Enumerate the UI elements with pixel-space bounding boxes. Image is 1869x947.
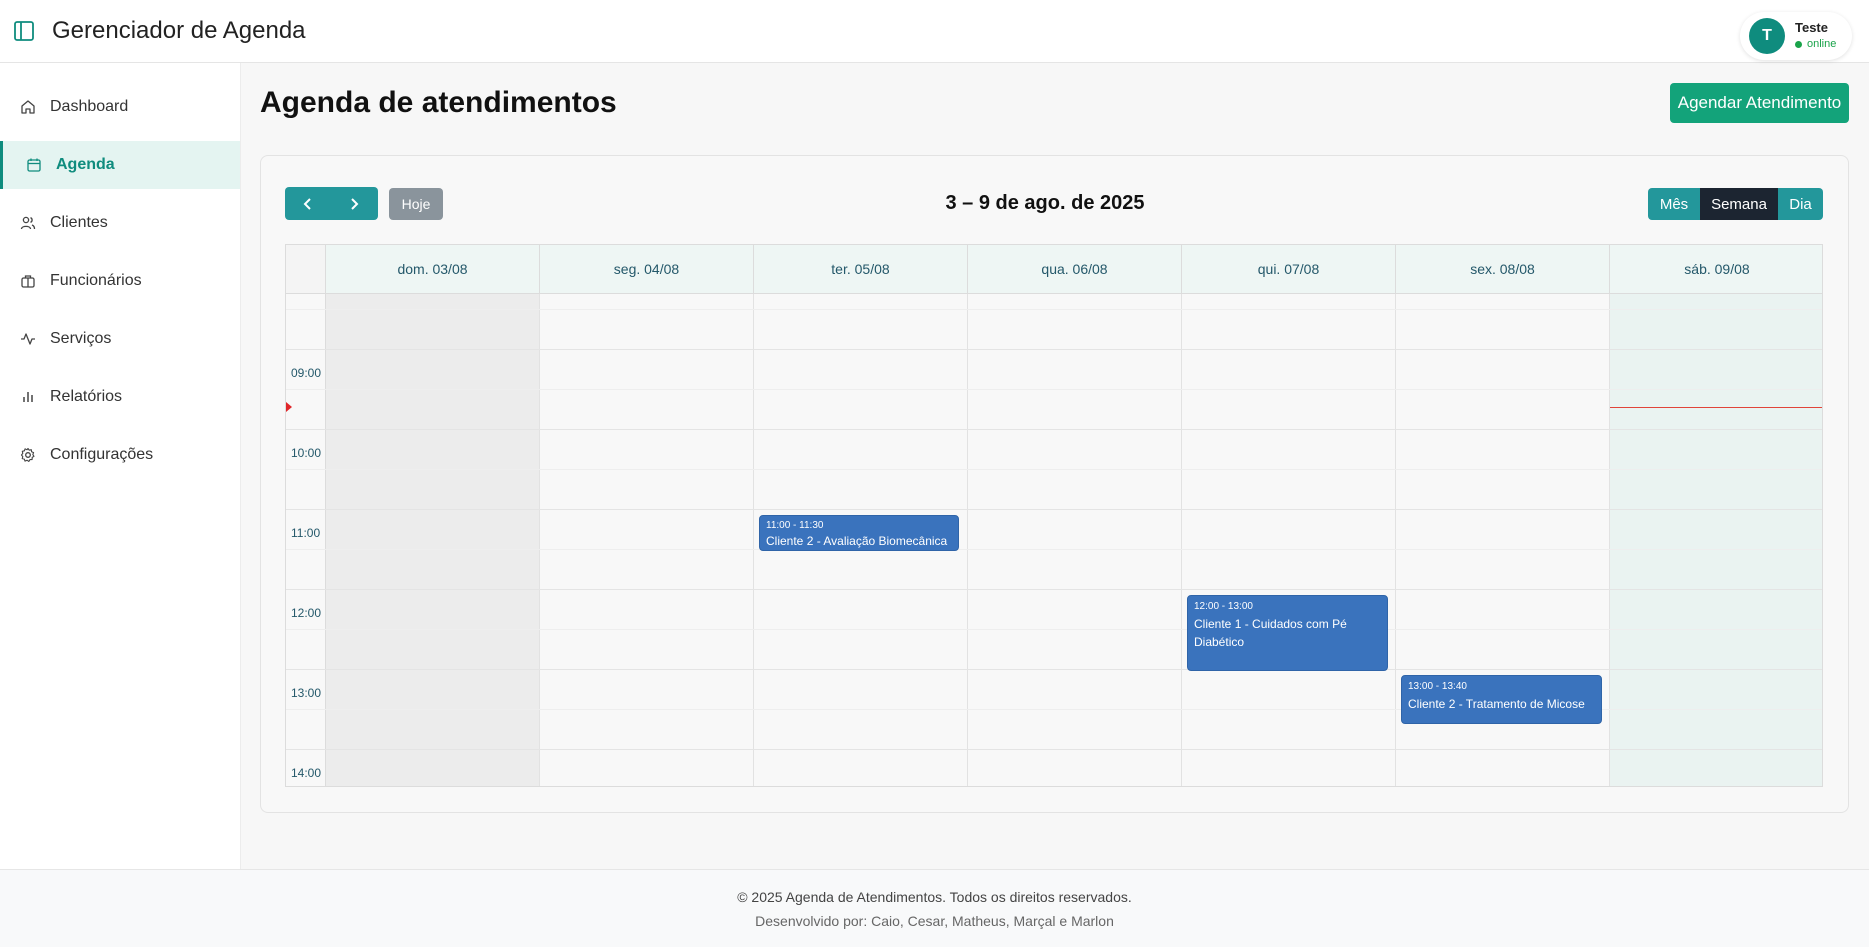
home-icon <box>21 100 35 114</box>
time-label: 13:00 <box>291 686 322 700</box>
day-column-saturday[interactable] <box>1610 294 1822 786</box>
user-status: online <box>1795 38 1836 50</box>
day-header[interactable]: qui. 07/08 <box>1182 245 1396 294</box>
footer-copyright: © 2025 Agenda de Atendimentos. Todos os … <box>737 889 1132 905</box>
event-title: Cliente 1 - Cuidados com Pé Diabético <box>1194 617 1347 649</box>
day-header[interactable]: qua. 06/08 <box>968 245 1182 294</box>
calendar-event[interactable]: 13:00 - 13:40 Cliente 2 - Tratamento de … <box>1401 675 1602 724</box>
day-column-monday[interactable] <box>540 294 754 786</box>
sidebar-item-label: Serviços <box>50 330 112 347</box>
grid-line <box>286 629 1822 630</box>
sidebar-item-label: Agenda <box>56 156 115 173</box>
current-time-marker-icon <box>286 402 292 412</box>
sidebar-item-label: Clientes <box>50 214 108 231</box>
grid-line <box>286 469 1822 470</box>
sidebar: Dashboard Agenda Clientes Funcionários S… <box>0 63 241 869</box>
calendar-nav-group <box>285 187 378 220</box>
sidebar-toggle-icon[interactable] <box>13 20 35 42</box>
sidebar-item-configuracoes[interactable]: Configurações <box>0 431 240 479</box>
time-label: 12:00 <box>291 606 322 620</box>
grid-line <box>286 589 1822 590</box>
footer-credits: Desenvolvido por: Caio, Cesar, Matheus, … <box>755 913 1114 929</box>
user-status-text: online <box>1807 38 1837 50</box>
view-switcher: Mês Semana Dia <box>1648 188 1823 220</box>
grid-line <box>286 549 1822 550</box>
day-header[interactable]: sex. 08/08 <box>1396 245 1610 294</box>
bar-chart-icon <box>23 392 33 402</box>
current-time-line <box>1610 407 1822 408</box>
grid-line <box>286 749 1822 750</box>
grid-line <box>286 669 1822 670</box>
users-icon <box>20 216 36 230</box>
grid-line <box>286 389 1822 390</box>
view-month-button[interactable]: Mês <box>1648 188 1700 220</box>
day-header[interactable]: dom. 03/08 <box>326 245 540 294</box>
top-bar: Gerenciador de Agenda T Teste online <box>0 0 1869 63</box>
sidebar-item-relatorios[interactable]: Relatórios <box>0 373 240 421</box>
day-column-sunday[interactable] <box>326 294 540 786</box>
next-week-button[interactable] <box>331 187 377 220</box>
user-menu[interactable]: T Teste online <box>1740 12 1852 60</box>
header-corner <box>286 245 326 294</box>
chevron-right-icon <box>351 197 359 210</box>
view-day-button[interactable]: Dia <box>1778 188 1823 220</box>
footer: © 2025 Agenda de Atendimentos. Todos os … <box>0 869 1869 947</box>
schedule-appointment-button[interactable]: Agendar Atendimento <box>1670 83 1849 123</box>
day-header[interactable]: seg. 04/08 <box>540 245 754 294</box>
avatar: T <box>1749 18 1785 54</box>
time-label: 10:00 <box>291 446 322 460</box>
sidebar-item-agenda[interactable]: Agenda <box>0 141 240 189</box>
grid-line <box>286 509 1822 510</box>
app-title: Gerenciador de Agenda <box>52 17 306 44</box>
grid-line <box>286 349 1822 350</box>
page-title: Agenda de atendimentos <box>260 86 617 119</box>
sidebar-item-servicos[interactable]: Serviços <box>0 315 240 363</box>
week-calendar: 09:00 10:00 11:00 12:00 13:00 14:00 dom.… <box>285 244 1823 787</box>
event-title: Cliente 2 - Tratamento de Micose <box>1408 697 1585 711</box>
sidebar-item-label: Relatórios <box>50 388 123 405</box>
prev-week-button[interactable] <box>285 187 331 220</box>
calendar-event[interactable]: 12:00 - 13:00 Cliente 1 - Cuidados com P… <box>1187 595 1388 671</box>
sidebar-item-clientes[interactable]: Clientes <box>0 199 240 247</box>
sidebar-item-dashboard[interactable]: Dashboard <box>0 83 240 131</box>
view-week-button[interactable]: Semana <box>1700 188 1778 220</box>
sidebar-item-label: Dashboard <box>50 98 129 115</box>
grid-line <box>286 309 1822 310</box>
event-time: 11:00 - 11:30 <box>766 520 824 531</box>
today-button[interactable]: Hoje <box>389 188 443 220</box>
date-range-title: 3 – 9 de ago. de 2025 <box>945 192 1145 214</box>
time-label: 14:00 <box>291 766 322 780</box>
calendar-event[interactable]: 11:00 - 11:30 Cliente 2 - Avaliação Biom… <box>759 515 959 551</box>
sidebar-item-label: Configurações <box>50 446 154 463</box>
event-title: Cliente 2 - Avaliação Biomecânica <box>766 534 948 548</box>
sidebar-item-label: Funcionários <box>50 272 142 289</box>
sidebar-item-funcionarios[interactable]: Funcionários <box>0 257 240 305</box>
event-time: 12:00 - 13:00 <box>1194 601 1253 612</box>
time-label: 11:00 <box>291 526 321 540</box>
grid-line <box>286 429 1822 430</box>
day-header[interactable]: ter. 05/08 <box>754 245 968 294</box>
calendar-icon <box>27 158 41 172</box>
activity-icon <box>21 333 35 345</box>
gear-icon <box>20 447 35 462</box>
user-name: Teste <box>1795 20 1828 35</box>
day-column-wednesday[interactable] <box>968 294 1182 786</box>
briefcase-icon <box>21 275 35 288</box>
day-header[interactable]: sáb. 09/08 <box>1610 245 1822 294</box>
online-dot-icon <box>1795 40 1802 48</box>
day-column-thursday[interactable] <box>1182 294 1396 786</box>
chevron-left-icon <box>303 197 311 210</box>
time-label: 09:00 <box>291 366 322 380</box>
event-time: 13:00 - 13:40 <box>1408 681 1467 692</box>
